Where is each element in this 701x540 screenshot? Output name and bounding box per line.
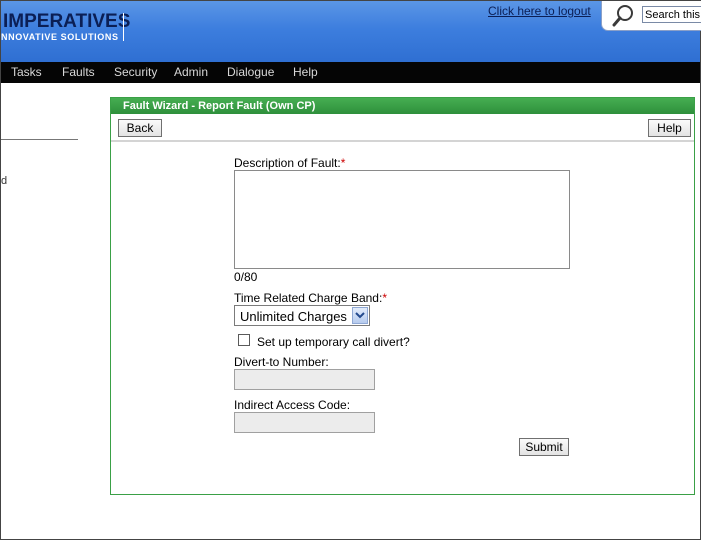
left-panel-divider (1, 139, 78, 140)
nav-faults[interactable]: Faults (62, 65, 95, 79)
wizard-toolbar: Back Help (111, 114, 694, 142)
description-label-text: Description of Fault: (234, 156, 341, 170)
search-icon[interactable] (612, 4, 634, 28)
charge-band-label-text: Time Related Charge Band: (234, 291, 383, 305)
fault-wizard-panel: Fault Wizard - Report Fault (Own CP) Bac… (110, 97, 695, 495)
logo-title: IMPERATIVES (3, 11, 131, 32)
app-header: IMPERATIVES NNOVATIVE SOLUTIONS Click he… (1, 1, 701, 62)
chevron-down-icon[interactable] (352, 307, 368, 324)
divert-number-input[interactable] (234, 369, 375, 390)
nav-dialogue[interactable]: Dialogue (227, 65, 274, 79)
submit-button[interactable]: Submit (519, 438, 569, 456)
wizard-title: Fault Wizard - Report Fault (Own CP) (111, 98, 694, 114)
indirect-code-label: Indirect Access Code: (234, 398, 351, 412)
charge-band-label: Time Related Charge Band:* (234, 291, 387, 305)
description-textarea[interactable] (234, 170, 570, 269)
indirect-code-input[interactable] (234, 412, 375, 433)
search-box (601, 1, 701, 31)
nav-help[interactable]: Help (293, 65, 318, 79)
nav-security[interactable]: Security (114, 65, 157, 79)
nav-admin[interactable]: Admin (174, 65, 208, 79)
charge-band-selected-value: Unlimited Charges (240, 309, 347, 324)
char-counter: 0/80 (234, 270, 258, 284)
help-button[interactable]: Help (648, 119, 691, 137)
logout-link[interactable]: Click here to logout (488, 4, 591, 18)
divert-checkbox-label: Set up temporary call divert? (257, 335, 410, 349)
charge-band-select[interactable]: Unlimited Charges (234, 305, 370, 326)
back-button[interactable]: Back (118, 119, 162, 137)
left-panel-text-fragment: d (1, 175, 8, 187)
search-input[interactable] (642, 6, 701, 23)
nav-tasks[interactable]: Tasks (11, 65, 42, 79)
logo-divider (123, 13, 124, 41)
description-label: Description of Fault:* (234, 156, 345, 170)
required-marker: * (382, 291, 387, 305)
required-marker: * (340, 156, 346, 170)
logo-subtitle: NNOVATIVE SOLUTIONS (1, 32, 119, 42)
divert-checkbox[interactable] (238, 334, 250, 346)
main-nav: Tasks Faults Security Admin Dialogue Hel… (1, 62, 700, 83)
divert-number-label: Divert-to Number: (234, 355, 329, 369)
